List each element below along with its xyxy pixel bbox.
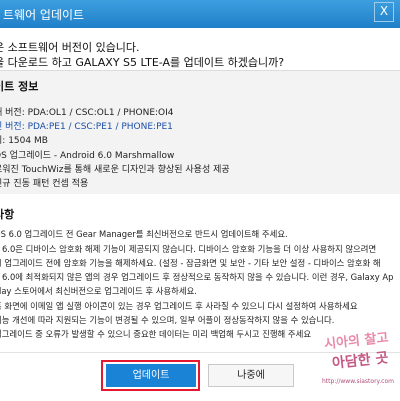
feature-line-1: OS 업그레이드 - Android 6.0 Marshmallow — [0, 151, 175, 161]
watermark-line-2: 아담한 곳 — [331, 350, 390, 372]
window-title: 트웨어 업데이트 — [3, 8, 85, 22]
title-bar: 트웨어 업데이트 X — [0, 0, 400, 28]
feature-line-3: 신규 진동 패턴 컨셉 적용 — [0, 179, 89, 189]
note-line: 시 업그레이드 전에 암호화 기능을 해제하세요. (설정 - 잠금화면 및 보… — [0, 258, 381, 268]
current-version-row: 재 버전: PDA:OL1 / CSC:OL1 / PHONE:OI4 — [0, 105, 174, 118]
note-line: 업그레이드 중 오류가 발생할 수 있으니 중요한 데이터는 미리 백업해 두시… — [0, 329, 312, 339]
update-button[interactable]: 업데이트 — [106, 364, 196, 387]
update-info-panel: 이트 정보 재 버전: PDA:OL1 / CSC:OL1 / PHONE:OI… — [0, 70, 400, 195]
new-version-row: 신 버전: PDA:PE1 / CSC:PE1 / PHONE:PE1 — [0, 119, 173, 132]
watermark-logo: 시아의 찰고 아담한 곳 http://www.siastory.com — [314, 326, 398, 388]
new-version-label: 신 버전: — [0, 122, 25, 132]
note-line: 기능 개선에 따라 지원되는 기능이 변경될 수 있으며, 일부 어플이 정상동… — [0, 315, 335, 325]
notes-heading: 사항 — [0, 208, 15, 221]
note-line: S 6.0은 디바이스 암호화 해제 기능이 제공되지 않습니다. 디바이스 암… — [0, 244, 377, 254]
message-line-1: 운 소프트웨어 버전이 있습니다. — [0, 41, 140, 54]
feature-line-2: 로워진 TouchWiz를 통해 새로운 디자인과 향상된 사용성 제공 — [0, 165, 230, 175]
new-version-value: PDA:PE1 / CSC:PE1 / PHONE:PE1 — [27, 122, 173, 132]
current-version-label: 재 버전: — [0, 108, 25, 118]
size-row: 기: 1504 MB — [0, 133, 48, 146]
current-version-value: PDA:OL1 / CSC:OL1 / PHONE:OI4 — [27, 108, 174, 118]
note-line: S 6.0에 최적화되지 않은 앱의 경우 업그레이드 후 정상적으로 동작하지… — [0, 272, 394, 282]
size-value: 1504 MB — [8, 136, 48, 146]
update-info-heading: 이트 정보 — [0, 80, 39, 93]
watermark-url: http://www.siastory.com — [322, 378, 394, 385]
close-button[interactable]: X — [374, 2, 394, 22]
size-label: 기: — [0, 136, 6, 146]
note-line: Play 스토어에서 최신버전으로 업그레이드 후 사용하세요. — [0, 286, 197, 296]
message-line-2: 을 다운로드 하고 GALAXY S5 LTE-A를 업데이트 하겠습니까? — [0, 56, 285, 69]
later-button[interactable]: 나중에 — [208, 364, 294, 387]
note-line: 홈 화면에 이메일 앱 실행 아이콘이 있는 경우 업그레이드 후 사라질 수 … — [0, 301, 358, 311]
note-line: OS 6.0 업그레이드 전 Gear Manager를 최신버전으로 반드시 … — [0, 229, 288, 239]
